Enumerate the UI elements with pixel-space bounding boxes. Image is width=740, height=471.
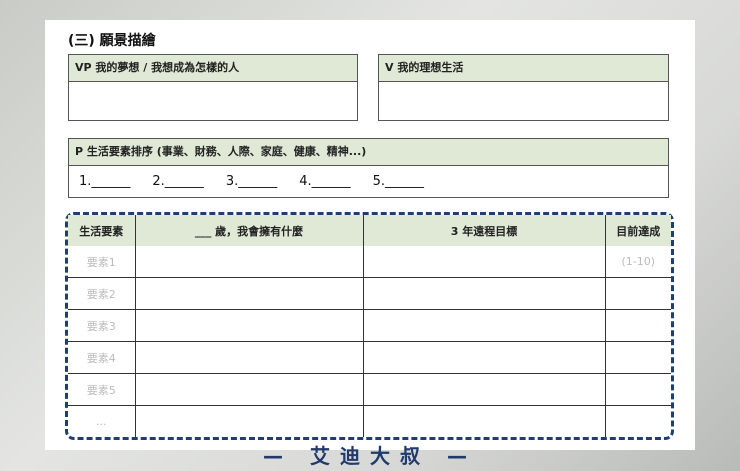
section-title: (三) 願景描繪 [68, 33, 156, 49]
p-header: P 生活要素排序 (事業、財務、人際、家庭、健康、精神...) [69, 139, 668, 166]
table-cell[interactable] [604, 309, 671, 342]
v-input-area[interactable] [379, 82, 668, 120]
table-cell[interactable] [362, 277, 606, 310]
goals-table-frame: 生活要素 ___ 歲，我會擁有什麼 3 年遠程目標 目前達成 要素1 (1-10)… [65, 212, 674, 440]
table-row: 要素3 [68, 309, 671, 342]
table-cell: 要素5 [68, 373, 136, 406]
vp-header: VP 我的夢想 / 我想成為怎樣的人 [69, 55, 357, 82]
table-cell[interactable] [362, 341, 606, 374]
table-cell[interactable] [134, 341, 364, 374]
table-cell[interactable] [362, 246, 606, 278]
table-header-row: 生活要素 ___ 歲，我會擁有什麼 3 年遠程目標 目前達成 [68, 215, 671, 246]
table-cell[interactable] [362, 373, 606, 406]
vp-box: VP 我的夢想 / 我想成為怎樣的人 [68, 54, 358, 121]
priority-slots: 1.______ 2.______ 3.______ 4.______ 5.__… [69, 166, 668, 197]
table-row: ... [68, 405, 671, 437]
priority-slot[interactable]: 3.______ [226, 166, 277, 197]
table-cell[interactable] [134, 405, 364, 437]
table-cell[interactable] [604, 277, 671, 310]
priority-slot[interactable]: 4.______ [299, 166, 350, 197]
table-row: 要素1 (1-10) [68, 246, 671, 278]
table-row: 要素5 [68, 373, 671, 406]
header-cell: ___ 歲，我會擁有什麼 [134, 215, 364, 246]
priority-slot[interactable]: 1.______ [79, 166, 130, 197]
table-cell: ... [68, 405, 136, 437]
table-cell[interactable] [604, 405, 671, 437]
table-cell: 要素1 [68, 246, 136, 278]
table-cell[interactable] [362, 405, 606, 437]
table-cell[interactable] [134, 309, 364, 342]
header-cell: 目前達成 [604, 215, 671, 246]
table-cell[interactable] [604, 341, 671, 374]
table-cell: 要素3 [68, 309, 136, 342]
table-cell[interactable] [134, 373, 364, 406]
table-cell: 要素2 [68, 277, 136, 310]
table-row: 要素4 [68, 341, 671, 374]
table-cell[interactable] [134, 277, 364, 310]
table-cell[interactable] [604, 373, 671, 406]
footer-brand: — 艾迪大叔 — [263, 444, 477, 468]
header-cell: 3 年遠程目標 [362, 215, 606, 246]
vp-input-area[interactable] [69, 82, 357, 120]
goals-table: 生活要素 ___ 歲，我會擁有什麼 3 年遠程目標 目前達成 要素1 (1-10)… [68, 215, 671, 437]
priority-slot[interactable]: 5.______ [373, 166, 424, 197]
table-cell: 要素4 [68, 341, 136, 374]
p-box: P 生活要素排序 (事業、財務、人際、家庭、健康、精神...) 1.______… [68, 138, 669, 198]
v-header: V 我的理想生活 [379, 55, 668, 82]
table-cell[interactable] [134, 246, 364, 278]
header-cell: 生活要素 [68, 215, 136, 246]
v-box: V 我的理想生活 [378, 54, 669, 121]
table-cell[interactable]: (1-10) [604, 246, 671, 278]
table-cell[interactable] [362, 309, 606, 342]
table-row: 要素2 [68, 277, 671, 310]
priority-slot[interactable]: 2.______ [152, 166, 203, 197]
